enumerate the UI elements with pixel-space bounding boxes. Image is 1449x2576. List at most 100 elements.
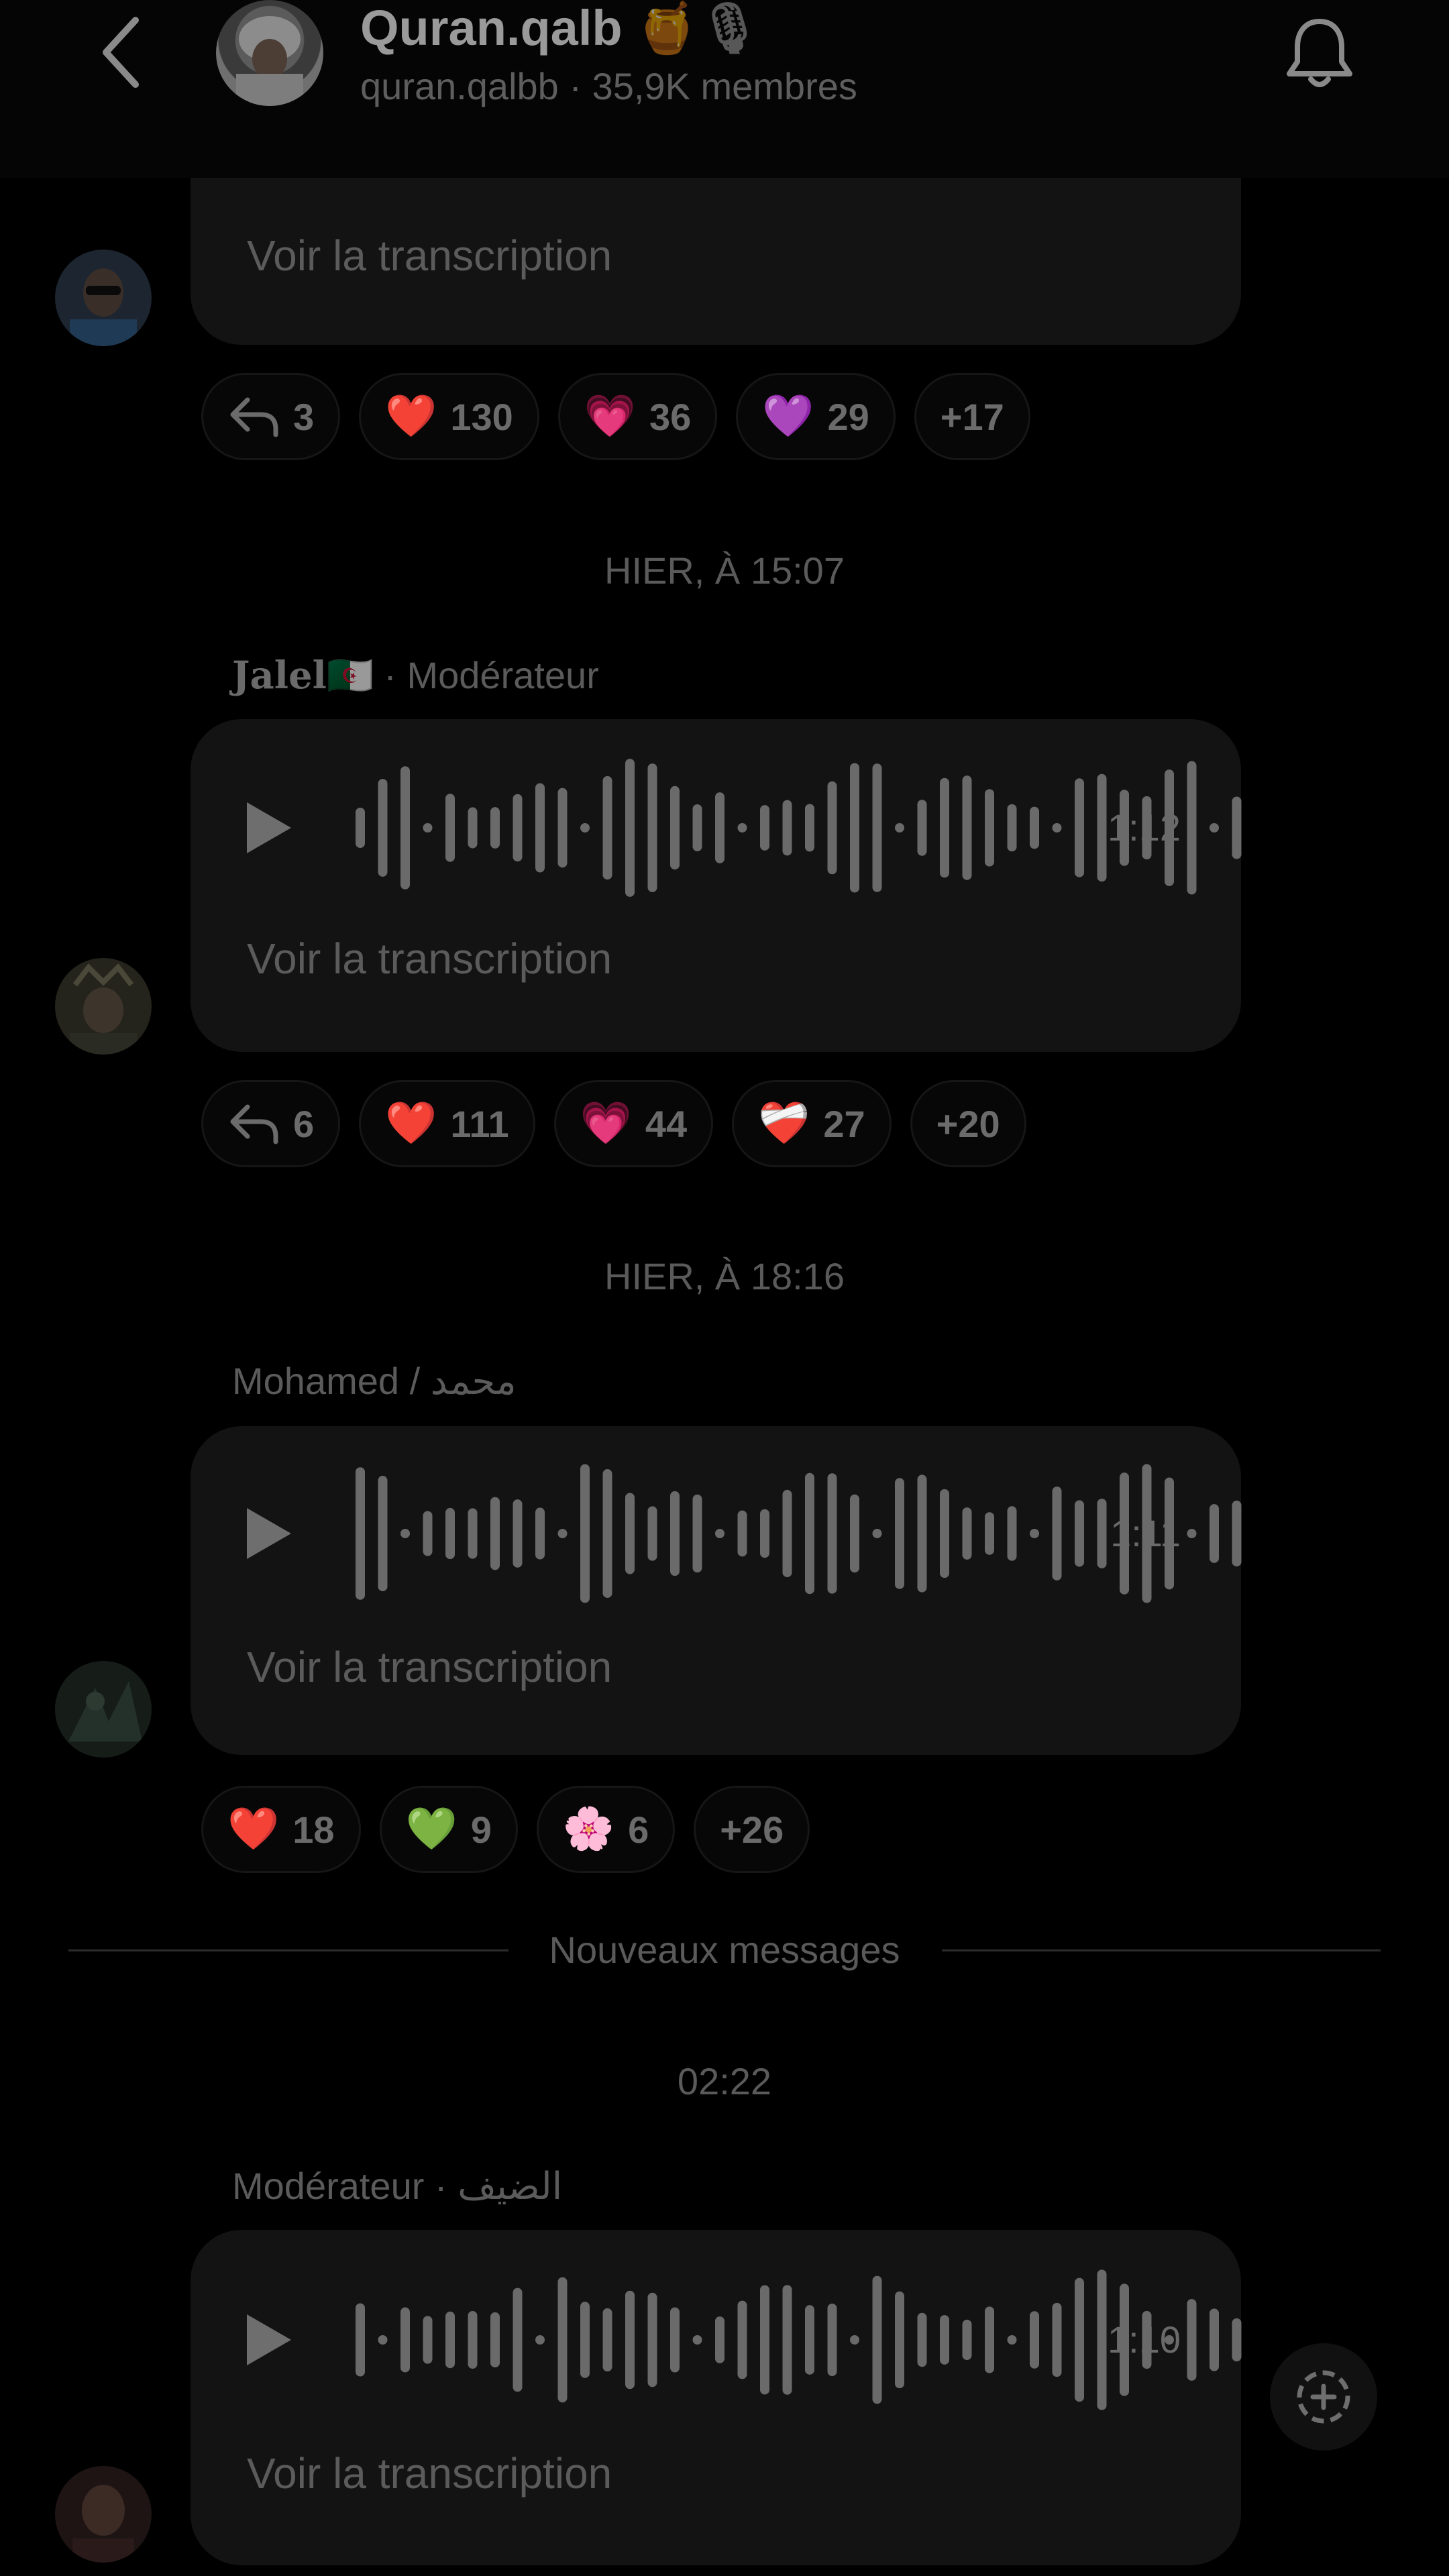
waveform-bar: [805, 2305, 814, 2375]
waveform-bar: [940, 1489, 949, 1578]
audio-duration: 1:11: [1110, 1512, 1181, 1554]
waveform-bar: [670, 786, 680, 870]
waveform-bar: [468, 1508, 478, 1559]
waveform-bar: [513, 794, 523, 862]
waveform-bar: [715, 1529, 724, 1538]
view-transcript-link[interactable]: Voir la transcription: [247, 2450, 612, 2497]
waveform-bar: [985, 789, 994, 867]
chat-header: Quran.qalb 🍯🎙 quran.qalbb · 35,9K membre…: [0, 0, 1449, 178]
waveform-bar: [513, 1499, 523, 1568]
waveform-bar: [985, 2306, 994, 2373]
reply-icon: [230, 397, 278, 437]
reaction-pill[interactable]: ❤️ 130: [359, 373, 539, 460]
waveform-bar: [1097, 1499, 1107, 1568]
waveform-bar: [1052, 1487, 1062, 1580]
view-transcript-link[interactable]: Voir la transcription: [247, 1644, 612, 1690]
waveform-bar: [805, 1472, 814, 1595]
waveform-bar: [1007, 1506, 1017, 1561]
waveform-bar: [1097, 2269, 1107, 2410]
waveform-bar: [580, 823, 590, 833]
waveform-bar: [378, 779, 388, 877]
reaction-pill[interactable]: ❤️‍🩹 27: [732, 1080, 892, 1167]
waveform-bar: [602, 1469, 612, 1598]
time-separator: 02:22: [677, 2060, 772, 2102]
reaction-pill[interactable]: 🌸 6: [536, 1786, 676, 1873]
waveform-bar: [940, 777, 949, 878]
waveform-bar: [782, 800, 792, 856]
add-reaction-icon: [1297, 2370, 1350, 2424]
waveform-bar: [1007, 804, 1017, 852]
add-reaction-button[interactable]: [1270, 2343, 1377, 2451]
voice-message-bubble[interactable]: 1:11 Voir la transcription: [191, 1426, 1242, 1755]
reaction-pill[interactable]: ❤️ 111: [359, 1080, 535, 1167]
reply-count-pill[interactable]: 3: [201, 373, 341, 460]
waveform-bar: [917, 1474, 927, 1593]
voice-message-bubble[interactable]: 1:12 Voir la transcription: [191, 719, 1242, 1052]
reaction-pill[interactable]: 💗 36: [557, 373, 718, 460]
waveform-bar: [490, 2312, 500, 2368]
waveform-bar: [1187, 1529, 1197, 1538]
more-reactions-pill[interactable]: +17: [914, 373, 1030, 460]
waveform-bar: [872, 763, 882, 892]
waveform-bar: [400, 2307, 410, 2373]
waveform-bar: [1030, 806, 1039, 849]
reply-count-pill[interactable]: 6: [201, 1080, 341, 1167]
play-icon[interactable]: [244, 800, 294, 856]
waveform-bar: [1187, 761, 1197, 895]
waveform-bar: [490, 1497, 500, 1570]
waveform-bar: [535, 1507, 545, 1560]
waveform-bar: [400, 1529, 410, 1538]
waveform-bar: [782, 2285, 792, 2395]
play-icon[interactable]: [244, 2312, 294, 2368]
waveform-bar: [423, 1511, 433, 1556]
more-reactions-pill[interactable]: +26: [694, 1786, 810, 1873]
waveform-bar: [535, 783, 545, 873]
avatar[interactable]: [55, 958, 152, 1055]
waveform-bar: [423, 2316, 433, 2364]
waveform-bar: [356, 2303, 365, 2377]
waveform-bar: [445, 1507, 455, 1560]
waveform-bar: [468, 2310, 478, 2369]
waveform-bar: [872, 2275, 882, 2404]
view-transcript-link[interactable]: Voir la transcription: [247, 935, 612, 982]
waveform-bar: [805, 804, 814, 852]
channel-handle: quran.qalbb: [360, 65, 559, 107]
waveform-bar: [378, 1475, 388, 1592]
waveform-bar: [940, 2315, 949, 2365]
bell-icon[interactable]: [1283, 12, 1356, 93]
audio-duration: 1:12: [1108, 806, 1181, 849]
more-reactions-pill[interactable]: +20: [910, 1080, 1026, 1167]
channel-avatar[interactable]: [216, 0, 323, 106]
reaction-pill[interactable]: 💗 44: [553, 1080, 714, 1167]
green-heart-icon: 💚: [405, 1806, 458, 1852]
waveform-bar: [827, 781, 837, 875]
channel-title[interactable]: Quran.qalb 🍯🎙: [360, 1, 761, 55]
reaction-pill[interactable]: ❤️ 18: [201, 1786, 361, 1873]
waveform-bar: [872, 1529, 882, 1538]
reaction-pill[interactable]: 💜 29: [736, 373, 896, 460]
waveform-bar: [513, 2288, 523, 2392]
waveform-bar: [1030, 1529, 1039, 1538]
reaction-pill[interactable]: 💚 9: [379, 1786, 518, 1873]
waveform-bar: [715, 2316, 724, 2363]
channel-subtitle: quran.qalbb · 35,9K membres: [360, 66, 857, 107]
cherry-blossom-icon: 🌸: [562, 1806, 615, 1852]
waveform-bar: [1232, 796, 1242, 859]
avatar[interactable]: [55, 250, 152, 346]
voice-message-bubble[interactable]: 1:10 Voir la transcription: [191, 2230, 1242, 2565]
waveform-bar: [625, 2290, 635, 2390]
waveform-bar: [557, 2277, 568, 2403]
waveform-bar: [356, 808, 365, 848]
reaction-bar: 3 ❤️ 130 💗 36 💜 29 +17: [201, 373, 1030, 462]
waveform-bar: [647, 1506, 657, 1561]
avatar[interactable]: [55, 1661, 152, 1758]
waveform-bar: [1210, 1504, 1219, 1563]
audio-duration: 1:10: [1108, 2318, 1181, 2361]
view-transcript-link[interactable]: Voir la transcription: [247, 232, 612, 279]
purple-heart-icon: 💜: [762, 393, 814, 439]
play-icon[interactable]: [244, 1505, 294, 1562]
chevron-left-icon[interactable]: [94, 12, 154, 93]
waveform-bar: [985, 1512, 994, 1555]
avatar[interactable]: [55, 2466, 152, 2563]
waveform-bar: [647, 763, 657, 892]
